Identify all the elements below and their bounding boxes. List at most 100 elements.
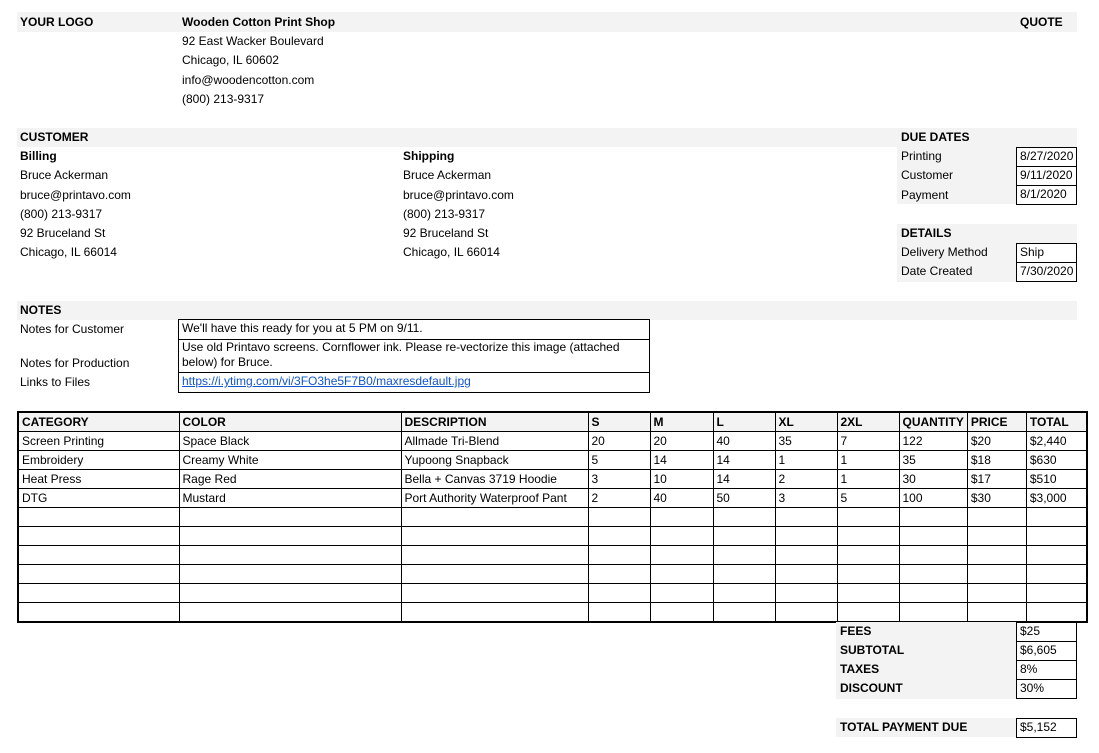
table-cell[interactable] — [400, 564, 589, 584]
table-cell[interactable] — [400, 507, 589, 527]
table-cell[interactable] — [649, 602, 714, 623]
table-cell[interactable] — [178, 602, 402, 623]
table-cell[interactable]: Space Black — [178, 431, 402, 451]
due-payment-value[interactable]: 8/1/2020 — [1016, 185, 1077, 205]
table-cell[interactable] — [178, 583, 402, 603]
table-cell[interactable] — [1025, 545, 1089, 565]
table-cell[interactable] — [178, 545, 402, 565]
table-cell[interactable]: 2 — [587, 488, 651, 508]
table-cell[interactable] — [712, 526, 776, 546]
table-cell[interactable]: 40 — [712, 431, 776, 451]
table-cell[interactable] — [587, 602, 651, 623]
notes-production-value[interactable]: Use old Printavo screens. Cornflower ink… — [178, 339, 650, 373]
table-cell[interactable] — [836, 526, 900, 546]
table-cell[interactable] — [836, 564, 900, 584]
table-cell[interactable] — [712, 602, 776, 623]
table-cell[interactable]: Creamy White — [178, 450, 402, 470]
table-cell[interactable] — [1025, 507, 1089, 527]
table-cell[interactable]: 14 — [649, 450, 714, 470]
table-cell[interactable]: 5 — [836, 488, 900, 508]
table-cell[interactable]: $630 — [1025, 450, 1089, 470]
table-cell[interactable] — [1025, 564, 1089, 584]
table-cell[interactable]: 1 — [774, 450, 838, 470]
table-cell[interactable] — [966, 526, 1027, 546]
table-cell[interactable]: 122 — [898, 431, 968, 451]
table-cell[interactable] — [400, 526, 589, 546]
table-cell[interactable] — [774, 545, 838, 565]
table-cell[interactable]: $30 — [966, 488, 1027, 508]
table-cell[interactable] — [17, 583, 180, 603]
notes-customer-value[interactable]: We'll have this ready for you at 5 PM on… — [178, 319, 650, 340]
table-cell[interactable] — [649, 507, 714, 527]
table-cell[interactable]: Bella + Canvas 3719 Hoodie — [400, 469, 589, 489]
table-cell[interactable] — [898, 602, 968, 623]
table-cell[interactable] — [774, 602, 838, 623]
table-cell[interactable] — [898, 583, 968, 603]
table-cell[interactable]: 10 — [649, 469, 714, 489]
table-cell[interactable] — [178, 526, 402, 546]
table-cell[interactable]: Embroidery — [17, 450, 180, 470]
table-cell[interactable] — [17, 526, 180, 546]
table-cell[interactable] — [649, 545, 714, 565]
table-cell[interactable]: 2 — [774, 469, 838, 489]
table-cell[interactable] — [587, 526, 651, 546]
table-cell[interactable]: 20 — [649, 431, 714, 451]
table-cell[interactable]: 14 — [712, 450, 776, 470]
delivery-method-value[interactable]: Ship — [1016, 243, 1077, 263]
table-cell[interactable] — [178, 507, 402, 527]
table-cell[interactable] — [649, 564, 714, 584]
table-cell[interactable]: 35 — [774, 431, 838, 451]
table-cell[interactable] — [966, 564, 1027, 584]
table-cell[interactable]: 7 — [836, 431, 900, 451]
table-cell[interactable] — [774, 583, 838, 603]
due-printing-value[interactable]: 8/27/2020 — [1016, 147, 1077, 167]
table-cell[interactable]: Rage Red — [178, 469, 402, 489]
table-cell[interactable] — [774, 526, 838, 546]
table-cell[interactable]: 35 — [898, 450, 968, 470]
table-cell[interactable] — [836, 583, 900, 603]
table-cell[interactable] — [400, 602, 589, 623]
table-cell[interactable] — [966, 583, 1027, 603]
file-link[interactable]: https://i.ytimg.com/vi/3FO3he5F7B0/maxre… — [182, 374, 471, 388]
table-cell[interactable]: 1 — [836, 450, 900, 470]
table-cell[interactable] — [898, 526, 968, 546]
table-cell[interactable]: $3,000 — [1025, 488, 1089, 508]
table-cell[interactable] — [712, 583, 776, 603]
table-cell[interactable] — [649, 583, 714, 603]
table-cell[interactable]: 3 — [587, 469, 651, 489]
table-cell[interactable]: $20 — [966, 431, 1027, 451]
table-cell[interactable]: 100 — [898, 488, 968, 508]
table-cell[interactable]: DTG — [17, 488, 180, 508]
table-cell[interactable] — [966, 602, 1027, 623]
table-cell[interactable] — [400, 583, 589, 603]
table-cell[interactable] — [898, 545, 968, 565]
table-cell[interactable]: Port Authority Waterproof Pant — [400, 488, 589, 508]
table-cell[interactable] — [712, 564, 776, 584]
table-cell[interactable] — [17, 564, 180, 584]
table-cell[interactable] — [587, 507, 651, 527]
table-cell[interactable] — [774, 507, 838, 527]
table-cell[interactable]: 20 — [587, 431, 651, 451]
table-cell[interactable] — [587, 583, 651, 603]
table-cell[interactable]: Heat Press — [17, 469, 180, 489]
table-cell[interactable] — [1025, 602, 1089, 623]
table-cell[interactable] — [836, 545, 900, 565]
table-cell[interactable]: $510 — [1025, 469, 1089, 489]
date-created-value[interactable]: 7/30/2020 — [1016, 262, 1077, 282]
table-cell[interactable] — [898, 507, 968, 527]
table-cell[interactable] — [587, 564, 651, 584]
table-cell[interactable] — [898, 564, 968, 584]
table-cell[interactable]: 14 — [712, 469, 776, 489]
table-cell[interactable] — [587, 545, 651, 565]
table-cell[interactable]: 40 — [649, 488, 714, 508]
table-cell[interactable] — [178, 564, 402, 584]
table-cell[interactable] — [836, 507, 900, 527]
table-cell[interactable]: 5 — [587, 450, 651, 470]
table-cell[interactable] — [1025, 583, 1089, 603]
table-cell[interactable]: Yupoong Snapback — [400, 450, 589, 470]
table-cell[interactable] — [966, 545, 1027, 565]
table-cell[interactable] — [774, 564, 838, 584]
table-cell[interactable] — [17, 545, 180, 565]
table-cell[interactable]: $17 — [966, 469, 1027, 489]
table-cell[interactable]: Allmade Tri-Blend — [400, 431, 589, 451]
